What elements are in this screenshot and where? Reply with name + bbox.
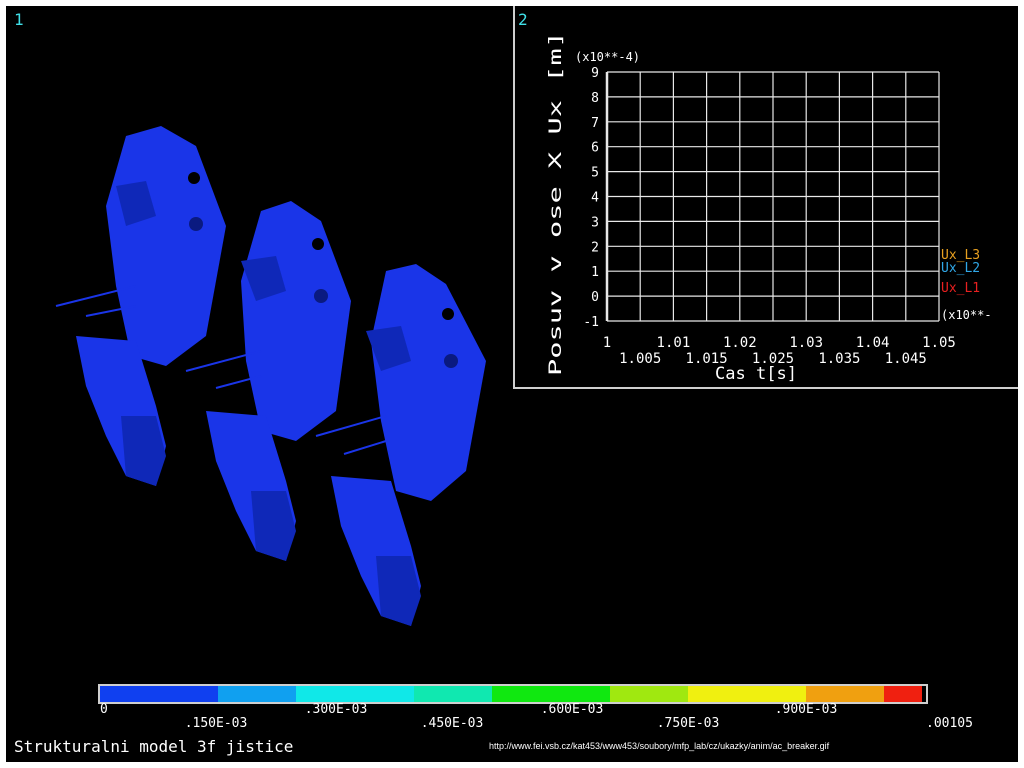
y-tick-label: 5 [591, 166, 599, 181]
y-tick-label: 1 [591, 265, 599, 280]
x-tick-label: 1.045 [885, 351, 927, 367]
color-scale-segment [492, 686, 610, 702]
breaker-3d-model [55, 126, 486, 626]
x-tick-label: 1.005 [619, 351, 661, 367]
x-tick-label: 1.05 [922, 335, 956, 351]
panel-1-number: 1 [14, 10, 24, 29]
x-axis-label: Cas t[s] [715, 364, 797, 384]
y-multiplier-label: (x10**-4) [575, 50, 640, 64]
x-tick-label: 1 [603, 335, 611, 351]
y-tick-label: 4 [591, 191, 599, 206]
color-scale-segment [610, 686, 688, 702]
y-tick-label: 2 [591, 240, 599, 255]
color-scale-segment [884, 686, 922, 702]
color-scale-segment [414, 686, 492, 702]
y-axis-label: Posuv v ose X Ux [m] [546, 31, 566, 376]
ansys-graphics-window: 1 2 Posuv v ose X Ux [m] (x10**-4) (x10*… [6, 6, 1018, 762]
chart-grid [605, 71, 940, 322]
x-tick-label: 1.04 [856, 335, 890, 351]
x-tick-label: 1.02 [723, 335, 757, 351]
y-tick-label: 7 [591, 116, 599, 131]
chart-legend: Ux_L3Ux_L2Ux_L1 [941, 248, 980, 296]
y-tick-label: 6 [591, 141, 599, 156]
y-tick-label: 8 [591, 91, 599, 106]
legend-entry: Ux_L2 [941, 261, 980, 276]
result-color-scale [98, 684, 928, 704]
color-scale-label: .900E-03 [774, 702, 838, 717]
y-tick-label: 9 [591, 66, 599, 81]
x-tick-label: 1.01 [657, 335, 691, 351]
color-scale-label: .00105 [926, 716, 973, 731]
color-scale-segment [100, 686, 218, 702]
color-scale-segment [296, 686, 414, 702]
color-scale-label: 0 [100, 702, 108, 717]
y-tick-labels: -1 0 1 2 3 4 5 6 7 8 9 [583, 66, 599, 330]
color-scale-segment [218, 686, 296, 702]
color-scale-label: .300E-03 [304, 702, 368, 717]
breaker-pole-1 [55, 126, 226, 486]
x-tick-label: 1.035 [818, 351, 860, 367]
color-scale-label: .600E-03 [540, 702, 604, 717]
y-axis-label-group: Posuv v ose X Ux [m] [546, 31, 566, 376]
x-tick-label: 1.03 [789, 335, 823, 351]
x-tick-labels: 1 1.01 1.02 1.03 1.04 1.05 1.005 1.015 1.025 1.03… [603, 335, 956, 367]
displacement-chart: Posuv v ose X Ux [m] (x10**-4) (x10**- C… [546, 31, 992, 384]
x-tick-label: 1.015 [686, 351, 728, 367]
plot-caption: Strukturalni model 3f jistice [14, 737, 294, 756]
x-tick-label: 1.025 [752, 351, 794, 367]
y-tick-label: -1 [583, 315, 599, 330]
y-tick-label: 0 [591, 290, 599, 305]
x-multiplier-label: (x10**- [941, 308, 992, 322]
color-scale-label: .750E-03 [656, 716, 720, 731]
color-scale-segment [806, 686, 884, 702]
y-tick-label: 3 [591, 215, 599, 230]
color-scale-segment [688, 686, 806, 702]
legend-entry: Ux_L1 [941, 281, 980, 296]
color-scale-label: .450E-03 [420, 716, 484, 731]
source-url: http://www.fei.vsb.cz/kat453/www453/soub… [489, 741, 830, 751]
color-scale-label: .150E-03 [184, 716, 248, 731]
